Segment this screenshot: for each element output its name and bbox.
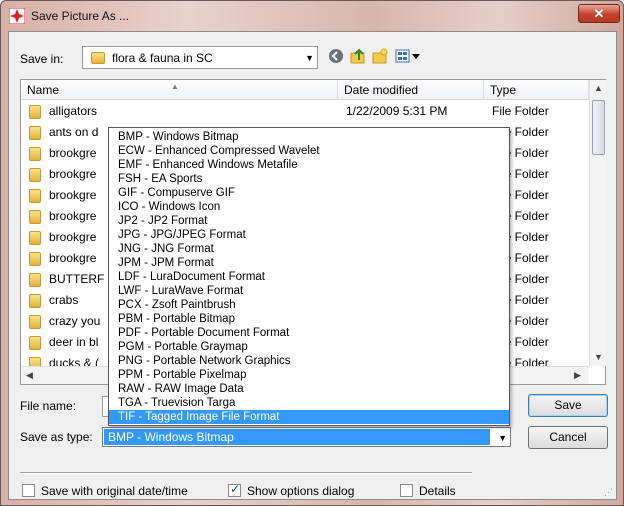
file-type-option[interactable]: ICO - Windows Icon (109, 200, 509, 214)
file-type-option[interactable]: PBM - Portable Bitmap (109, 312, 509, 326)
dialog-body: Save in: flora & fauna in SC ▼ Name ▲ Da… (8, 31, 617, 500)
folder-icon (29, 126, 41, 140)
chevron-down-icon[interactable]: ▼ (498, 433, 507, 443)
new-folder-icon[interactable] (371, 48, 389, 66)
file-type-option[interactable]: EMF - Enhanced Windows Metafile (109, 158, 509, 172)
save-in-combo[interactable]: flora & fauna in SC ▼ (82, 46, 318, 69)
file-type-option[interactable]: PPM - Portable Pixelmap (109, 368, 509, 382)
divider (20, 472, 472, 474)
save-in-value: flora & fauna in SC (112, 51, 213, 65)
file-name-label: File name: (20, 399, 77, 413)
title-bar[interactable]: Save Picture As ... ✕ (1, 1, 623, 31)
save-as-type-combo[interactable]: BMP - Windows Bitmap ▼ (102, 427, 511, 447)
folder-icon (29, 105, 41, 119)
column-header-type[interactable]: Type (484, 80, 589, 100)
scroll-down-icon[interactable]: ▼ (594, 352, 603, 362)
close-button[interactable]: ✕ (578, 4, 620, 23)
views-menu-icon[interactable] (395, 48, 423, 66)
file-type-option-selected[interactable]: TIF - Tagged Image File Format (109, 410, 509, 424)
cancel-button[interactable]: Cancel (528, 426, 608, 449)
file-type-option[interactable]: JNG - JNG Format (109, 242, 509, 256)
file-type-option[interactable]: LDF - LuraDocument Format (109, 270, 509, 284)
folder-icon (29, 168, 41, 182)
list-item[interactable]: alligators 1/22/2009 5:31 PM File Folder (21, 101, 589, 122)
column-header-date[interactable]: Date modified (338, 80, 484, 100)
save-as-type-label: Save as type: (20, 430, 93, 444)
up-folder-icon[interactable] (349, 48, 367, 66)
show-options-dialog-checkbox[interactable]: ✓ (228, 482, 241, 497)
window-title: Save Picture As ... (31, 9, 130, 23)
file-type-option[interactable]: PCX - Zsoft Paintbrush (109, 298, 509, 312)
file-type-option[interactable]: TGA - Truevision Targa (109, 396, 509, 410)
file-type-dropdown[interactable]: BMP - Windows Bitmap ECW - Enhanced Comp… (108, 127, 510, 426)
file-type-option[interactable]: JPG - JPG/JPEG Format (109, 228, 509, 242)
folder-icon (29, 315, 41, 329)
file-type-option[interactable]: FSH - EA Sports (109, 172, 509, 186)
file-type-option[interactable]: RAW - RAW Image Data (109, 382, 509, 396)
folder-icon (29, 147, 41, 161)
file-type-option[interactable]: LWF - LuraWave Format (109, 284, 509, 298)
list-header: Name ▲ Date modified Type (21, 80, 589, 100)
folder-icon (29, 294, 41, 308)
file-type-option[interactable]: BMP - Windows Bitmap (109, 130, 509, 144)
checkmark-icon: ✓ (230, 482, 241, 496)
save-picture-dialog: Save Picture As ... ✕ Save in: flora & f… (0, 0, 624, 506)
resize-grip-icon[interactable]: ⋰ (604, 487, 613, 498)
folder-icon (29, 189, 41, 203)
column-header-name[interactable]: Name ▲ (21, 80, 338, 100)
scroll-up-icon[interactable]: ▲ (594, 83, 603, 93)
folder-icon (29, 273, 41, 287)
folder-icon (29, 336, 41, 350)
save-in-label: Save in: (20, 52, 64, 66)
scroll-thumb[interactable] (592, 100, 605, 155)
file-type-option[interactable]: JPM - JPM Format (109, 256, 509, 270)
file-type-option[interactable]: ECW - Enhanced Compressed Wavelet (109, 144, 509, 158)
vertical-scrollbar[interactable]: ▲ ▼ (589, 80, 606, 366)
app-icon (9, 8, 25, 24)
file-type-option[interactable]: PDF - Portable Document Format (109, 326, 509, 340)
save-original-date-checkbox[interactable] (22, 484, 35, 497)
scroll-right-icon[interactable]: ▶ (574, 370, 581, 381)
folder-icon (29, 231, 41, 245)
file-type-option[interactable]: PGM - Portable Graymap (109, 340, 509, 354)
save-button[interactable]: Save (528, 394, 608, 417)
sort-arrow-icon: ▲ (171, 82, 179, 91)
save-as-type-value: BMP - Windows Bitmap (104, 429, 490, 445)
scroll-left-icon[interactable]: ◀ (26, 370, 33, 381)
close-icon: ✕ (593, 6, 605, 21)
folder-icon (29, 252, 41, 266)
file-type-option[interactable]: JP2 - JP2 Format (109, 214, 509, 228)
back-icon[interactable] (327, 48, 345, 66)
folder-icon (29, 210, 41, 224)
file-type-option[interactable]: PNG - Portable Network Graphics (109, 354, 509, 368)
chevron-down-icon: ▼ (305, 53, 314, 63)
file-type-option[interactable]: GIF - Compuserve GIF (109, 186, 509, 200)
details-checkbox[interactable] (400, 484, 413, 497)
folder-icon (91, 52, 105, 64)
